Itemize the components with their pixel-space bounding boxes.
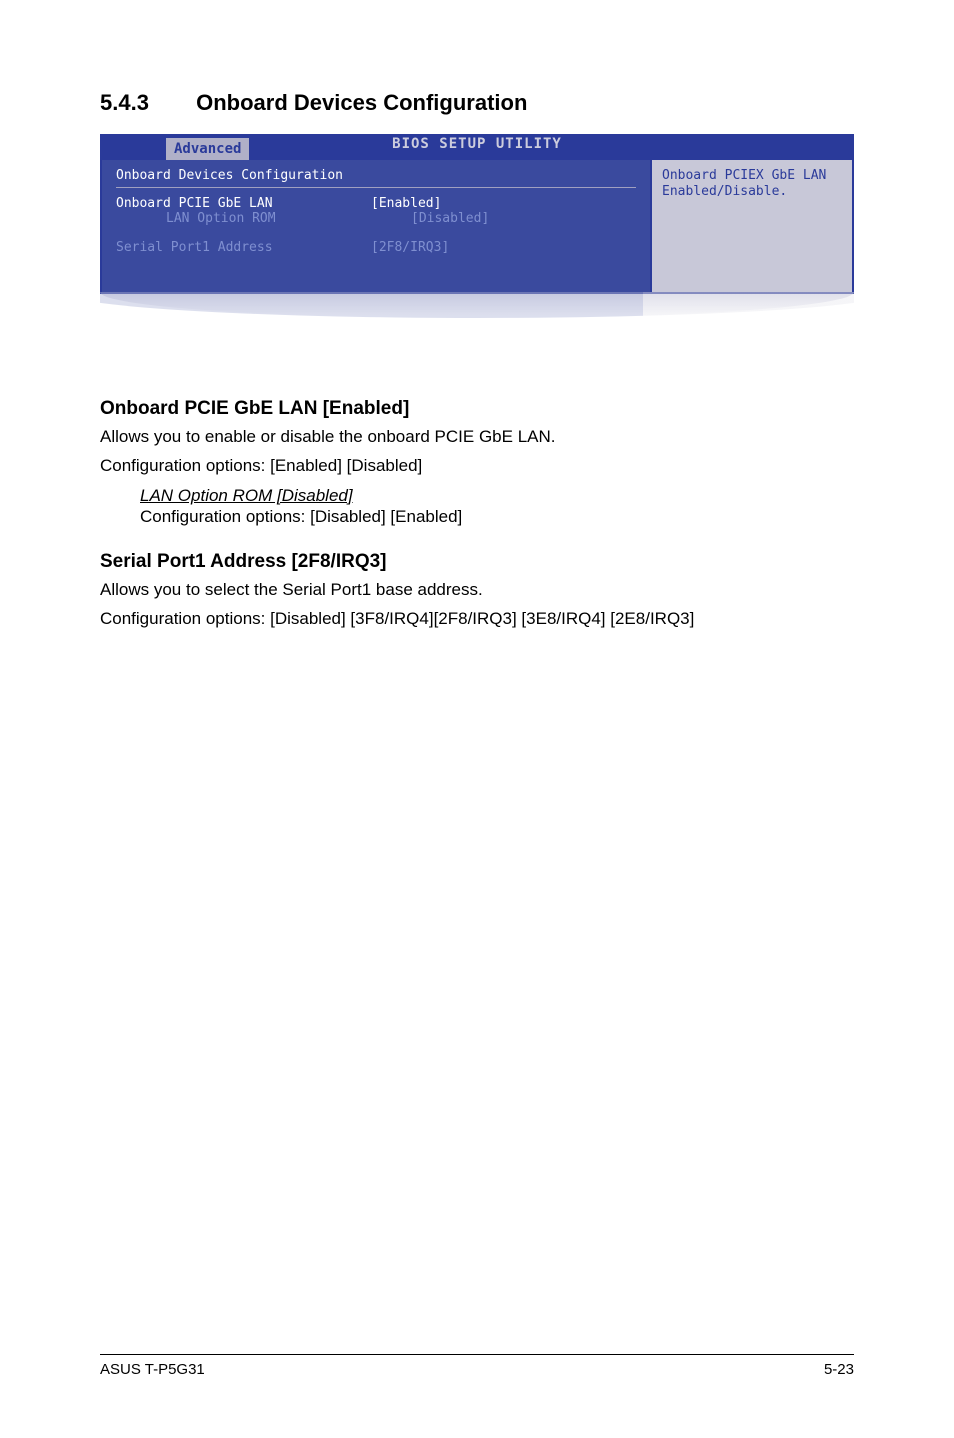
paragraph: Allows you to select the Serial Port1 ba…: [100, 579, 854, 602]
bios-row-serial-port1-address: Serial Port1 Address [2F8/IRQ3]: [116, 240, 636, 255]
paragraph: Configuration options: [Disabled] [Enabl…: [140, 506, 854, 529]
bios-row-lan-option-rom: LAN Option ROM [Disabled]: [156, 211, 636, 226]
bios-divider: [116, 187, 636, 188]
section-title: Onboard Devices Configuration: [196, 90, 527, 115]
bios-shadow: [100, 292, 854, 318]
page-footer: ASUS T-P5G31 5-23: [100, 1354, 854, 1378]
section-onboard-pcie-gbe-lan: Onboard PCIE GbE LAN [Enabled] Allows yo…: [100, 398, 854, 529]
bios-tab-advanced: Advanced: [166, 138, 249, 160]
bios-left-panel: Onboard Devices Configuration Onboard PC…: [102, 160, 652, 292]
bios-help-panel: Onboard PCIEX GbE LAN Enabled/Disable.: [652, 160, 852, 292]
bios-row-value: [2F8/IRQ3]: [371, 240, 449, 255]
bios-spacer: [116, 226, 636, 240]
bios-titlebar: BIOS SETUP UTILITY Advanced: [100, 134, 854, 160]
bios-help-text: Onboard PCIEX GbE LAN Enabled/Disable.: [662, 168, 842, 201]
subheading: Onboard PCIE GbE LAN [Enabled]: [100, 398, 854, 420]
sub-title: LAN Option ROM [Disabled]: [140, 486, 854, 506]
section-number: 5.4.3: [100, 90, 190, 116]
footer-right: 5-23: [824, 1361, 854, 1378]
bios-row-value: [Disabled]: [411, 211, 489, 226]
bios-screenshot: BIOS SETUP UTILITY Advanced Onboard Devi…: [100, 134, 854, 318]
subheading: Serial Port1 Address [2F8/IRQ3]: [100, 551, 854, 573]
paragraph: Configuration options: [Enabled] [Disabl…: [100, 455, 854, 478]
section-serial-port1-address: Serial Port1 Address [2F8/IRQ3] Allows y…: [100, 551, 854, 631]
subsection-lan-option-rom: LAN Option ROM [Disabled] Configuration …: [140, 486, 854, 529]
section-heading: 5.4.3 Onboard Devices Configuration: [100, 90, 854, 116]
bios-row-label: LAN Option ROM: [156, 211, 411, 226]
footer-left: ASUS T-P5G31: [100, 1361, 205, 1378]
paragraph: Allows you to enable or disable the onbo…: [100, 426, 854, 449]
bios-row-value: [Enabled]: [371, 196, 441, 211]
bios-row-label: Serial Port1 Address: [116, 240, 371, 255]
bios-panel-title: Onboard Devices Configuration: [116, 168, 636, 183]
paragraph: Configuration options: [Disabled] [3F8/I…: [100, 608, 854, 631]
bios-row-label: Onboard PCIE GbE LAN: [116, 196, 371, 211]
bios-row-onboard-pcie-gbe-lan: Onboard PCIE GbE LAN [Enabled]: [116, 196, 636, 211]
bios-body: Onboard Devices Configuration Onboard PC…: [100, 160, 854, 294]
